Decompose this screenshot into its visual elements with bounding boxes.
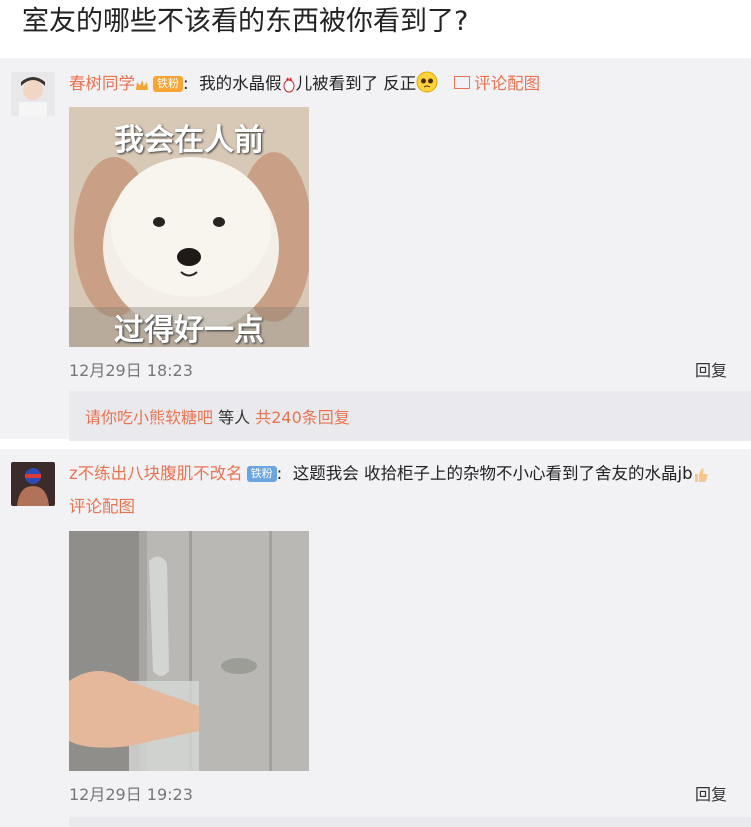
comment-image-link[interactable]: 评论配图 — [69, 495, 135, 519]
comment-image-label: 评论配图 — [474, 74, 541, 93]
username-link[interactable]: z不练出八块腹肌不改名 — [69, 464, 243, 483]
comment-image[interactable] — [69, 531, 309, 771]
avatar[interactable] — [11, 72, 55, 116]
fan-badge: 铁粉 — [153, 76, 183, 92]
sub-reply-text: 等人 — [218, 408, 251, 427]
comment-timestamp: 12月29日 18:23 — [69, 361, 193, 380]
more-replies-link[interactable]: 共240条回复 — [255, 408, 350, 427]
crown-icon — [135, 76, 149, 100]
fan-badge: 铁粉 — [246, 466, 277, 482]
meme-caption-top: 我会在人前 — [114, 123, 264, 158]
comment-line: z不练出八块腹肌不改名 铁粉: 这题我会 收拾柜子上的杂物不小心看到了舍友的水晶j… — [69, 462, 709, 490]
comment-image[interactable]: 我会在人前 过得好一点 — [69, 107, 309, 347]
colon: : — [276, 464, 283, 483]
comment-line: 春树同学 铁粉: 我的水晶假 儿被看到了 反正 评论配图 — [69, 71, 540, 100]
reply-button[interactable]: 回复 — [695, 357, 727, 381]
sub-reply-line: 请你吃小熊软糖吧 等人 共240条回复 — [85, 404, 350, 428]
reply-button[interactable]: 回复 — [695, 781, 727, 805]
comment-text: 我的水晶假 — [199, 74, 282, 93]
rooster-icon — [282, 75, 296, 100]
comment-card-1: 春树同学 铁粉: 我的水晶假 儿被看到了 反正 评论配图 我会在人前 过得好一点 1… — [0, 58, 751, 441]
comment-text: 这题我会 收拾柜子上的杂物不小心看到了舍友的水晶jb — [292, 464, 693, 483]
comment-timestamp: 12月29日 19:23 — [69, 785, 193, 804]
colon: : — [183, 74, 189, 93]
meme-caption-bottom: 过得好一点 — [114, 313, 264, 347]
sub-reply-bar[interactable]: 请你吃小熊软糖吧 等人 共240条回复 — [69, 391, 751, 441]
question-title: 室友的哪些不该看的东西被你看到了? — [22, 6, 469, 37]
username-link[interactable]: 春树同学 — [69, 74, 135, 93]
thumbs-up-icon — [693, 466, 709, 490]
avatar[interactable] — [11, 462, 55, 506]
comment-card-2: z不练出八块腹肌不改名 铁粉: 这题我会 收拾柜子上的杂物不小心看到了舍友的水晶j… — [0, 449, 751, 827]
sub-reply-user[interactable]: 请你吃小熊软糖吧 — [85, 408, 213, 427]
image-icon — [454, 76, 471, 89]
pleading-face-icon — [416, 71, 438, 100]
comment-image-link[interactable]: 评论配图 — [454, 74, 540, 93]
sub-reply-bar-partial — [69, 817, 751, 827]
comment-text-cont: 儿被看到了 反正 — [295, 74, 417, 93]
